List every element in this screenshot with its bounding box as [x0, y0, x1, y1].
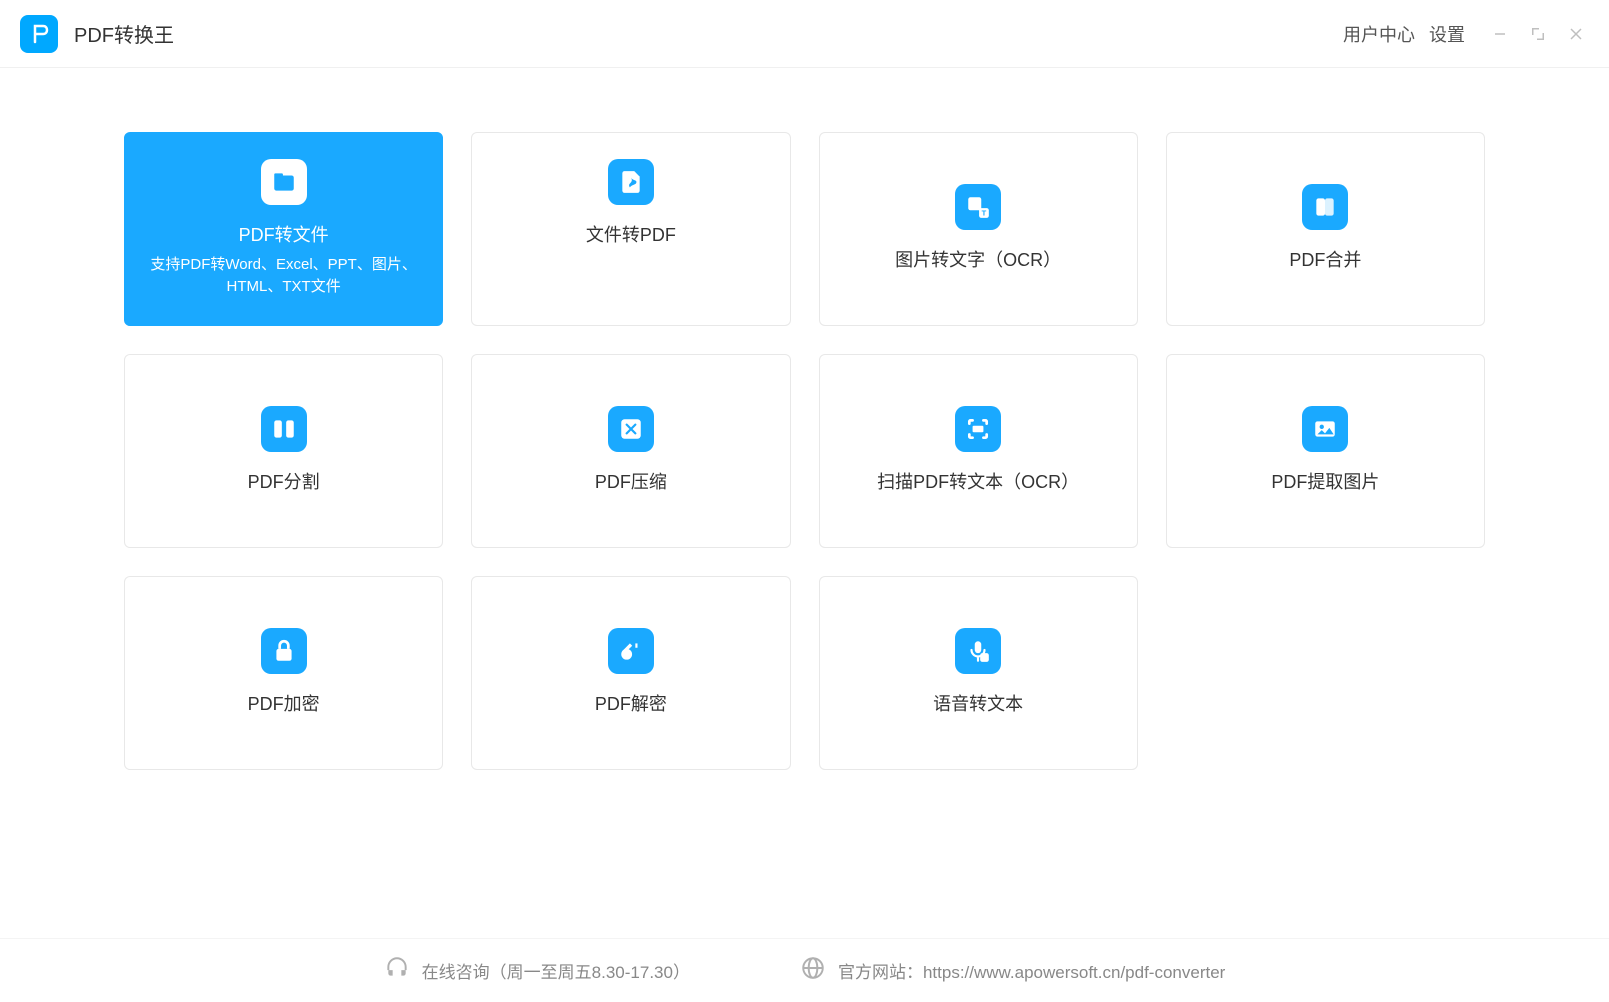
official-website-link[interactable]: 官方网站：https://www.apowersoft.cn/pdf-conve…: [800, 955, 1225, 986]
online-consult-link[interactable]: 在线咨询（周一至周五8.30-17.30）: [384, 955, 690, 986]
card-title: 文件转PDF: [586, 221, 676, 250]
lock-icon: [261, 628, 307, 674]
feature-card-lock[interactable]: PDF加密: [124, 576, 443, 770]
feature-card-extract-image[interactable]: PDF提取图片: [1166, 354, 1485, 548]
folder-icon: [261, 159, 307, 205]
card-desc: 支持PDF转Word、Excel、PPT、图片、HTML、TXT文件: [145, 254, 422, 299]
pdf-icon: [608, 159, 654, 205]
consult-label: 在线咨询（周一至周五8.30-17.30）: [422, 958, 690, 983]
feature-card-pdf[interactable]: 文件转PDF 支持Word、Excel、PPT、CAD、图片文件转PDF: [471, 132, 790, 326]
card-title: 图片转文字（OCR）: [895, 246, 1061, 275]
website-url: https://www.apowersoft.cn/pdf-converter: [923, 963, 1225, 982]
close-button[interactable]: [1559, 17, 1593, 51]
headset-icon: [384, 955, 410, 986]
card-title: PDF压缩: [595, 468, 667, 497]
footer: 在线咨询（周一至周五8.30-17.30） 官方网站：https://www.a…: [0, 938, 1609, 1002]
mic-icon: [955, 628, 1001, 674]
main-content: PDF转文件支持PDF转Word、Excel、PPT、图片、HTML、TXT文件…: [0, 68, 1609, 938]
feature-card-mic[interactable]: 语音转文本: [819, 576, 1138, 770]
compress-icon: [608, 406, 654, 452]
merge-icon: [1302, 184, 1348, 230]
card-title: 扫描PDF转文本（OCR）: [877, 468, 1079, 497]
scan-icon: [955, 406, 1001, 452]
feature-card-image-text[interactable]: 图片转文字（OCR）: [819, 132, 1138, 326]
app-title: PDF转换王: [74, 19, 174, 48]
extract-image-icon: [1302, 406, 1348, 452]
feature-card-key[interactable]: PDF解密: [471, 576, 790, 770]
feature-card-scan[interactable]: 扫描PDF转文本（OCR）: [819, 354, 1138, 548]
card-title: PDF合并: [1289, 246, 1361, 275]
minimize-button[interactable]: [1483, 17, 1517, 51]
globe-icon: [800, 955, 826, 986]
app-logo-icon: [20, 15, 58, 53]
settings-link[interactable]: 设置: [1429, 21, 1465, 47]
maximize-button[interactable]: [1521, 17, 1555, 51]
feature-card-merge[interactable]: PDF合并: [1166, 132, 1485, 326]
website-label: 官方网站：: [838, 963, 923, 982]
titlebar: PDF转换王 用户中心 设置: [0, 0, 1609, 68]
split-icon: [261, 406, 307, 452]
card-desc: 支持Word、Excel、PPT、CAD、图片文件转PDF: [492, 254, 769, 299]
feature-card-folder[interactable]: PDF转文件支持PDF转Word、Excel、PPT、图片、HTML、TXT文件: [124, 132, 443, 326]
feature-card-split[interactable]: PDF分割: [124, 354, 443, 548]
feature-card-compress[interactable]: PDF压缩: [471, 354, 790, 548]
image-text-icon: [955, 184, 1001, 230]
card-title: PDF提取图片: [1271, 468, 1379, 497]
user-center-link[interactable]: 用户中心: [1343, 21, 1415, 47]
card-title: PDF转文件: [239, 221, 329, 250]
card-title: PDF解密: [595, 690, 667, 719]
card-title: 语音转文本: [933, 690, 1023, 719]
card-title: PDF加密: [248, 690, 320, 719]
key-icon: [608, 628, 654, 674]
card-title: PDF分割: [248, 468, 320, 497]
